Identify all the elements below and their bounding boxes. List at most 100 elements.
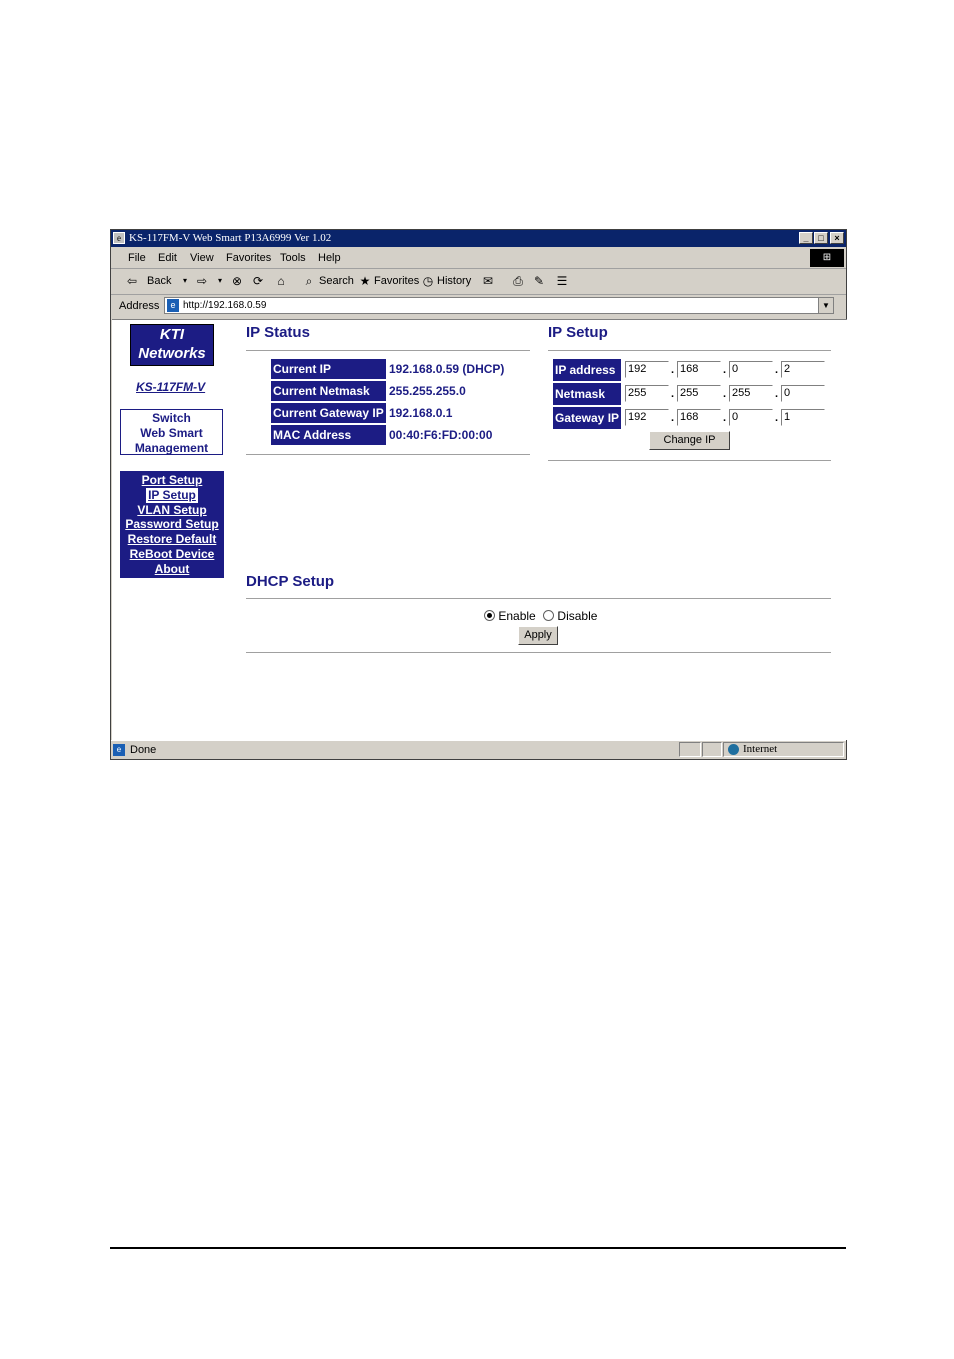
sidebar-nav: Port Setup IP Setup VLAN Setup Password … [120, 471, 224, 578]
octet-separator: . [775, 388, 779, 400]
ip-status-top-divider [246, 350, 530, 351]
dhcp-top-divider [246, 598, 831, 599]
status-value: 192.168.0.59 (DHCP) [389, 362, 505, 376]
dhcp-bottom-divider [246, 652, 831, 653]
back-arrow-icon[interactable]: ⇦ [125, 274, 139, 288]
discuss-icon[interactable]: ☰ [555, 274, 569, 288]
history-icon[interactable]: ◷ [421, 274, 435, 288]
octet-separator: . [671, 364, 675, 376]
ip-octet-3-input[interactable]: 0 [729, 361, 773, 378]
forward-arrow-icon[interactable]: ⇨ [195, 274, 209, 288]
ip-setup-title: IP Setup [548, 324, 608, 341]
gateway-octet-4-input[interactable]: 1 [781, 409, 825, 426]
apply-button[interactable]: Apply [518, 626, 558, 645]
dhcp-radio-group: Enable Disable [484, 609, 597, 623]
status-value: 00:40:F6:FD:00:00 [389, 428, 493, 442]
print-icon[interactable]: ⎙ [511, 274, 525, 288]
disable-radio[interactable] [543, 610, 555, 621]
status-pane [679, 742, 701, 757]
sidebar-item-password-setup[interactable]: Password Setup [120, 517, 224, 532]
sidebar-item-restore-default[interactable]: Restore Default [120, 532, 224, 547]
menu-bar: File Edit View Favorites Tools Help ⊞ [111, 248, 846, 269]
menu-edit[interactable]: Edit [158, 252, 177, 264]
enable-label[interactable]: Enable [498, 609, 535, 623]
menu-view[interactable]: View [190, 252, 214, 264]
address-input[interactable]: e http://192.168.0.59 ▼ [164, 297, 834, 314]
octet-separator: . [723, 388, 727, 400]
setup-label: Netmask [553, 383, 621, 405]
logo-line1: KTI [159, 326, 185, 343]
page-footer-rule [110, 1247, 846, 1249]
octet-separator: . [723, 412, 727, 424]
home-icon[interactable]: ⌂ [274, 274, 288, 288]
netmask-octet-4-input[interactable]: 0 [781, 385, 825, 402]
netmask-octet-3-input[interactable]: 255 [729, 385, 773, 402]
switch-line1: Switch [152, 411, 191, 425]
sidebar-item-about[interactable]: About [120, 562, 224, 577]
windows-logo-icon: ⊞ [810, 249, 844, 267]
netmask-octet-1-input[interactable]: 255 [625, 385, 669, 402]
sidebar-item-reboot-device[interactable]: ReBoot Device [120, 547, 224, 562]
history-button[interactable]: History [437, 275, 471, 287]
back-dropdown-icon[interactable]: ▾ [178, 274, 192, 288]
disable-label[interactable]: Disable [557, 609, 597, 623]
ip-octet-1-input[interactable]: 192 [625, 361, 669, 378]
status-value: 255.255.255.0 [389, 384, 466, 398]
favorites-icon[interactable]: ★ [358, 274, 372, 288]
ip-setup-bottom-divider [548, 460, 831, 461]
status-value: 192.168.0.1 [389, 406, 453, 420]
ip-octet-2-input[interactable]: 168 [677, 361, 721, 378]
globe-icon [728, 744, 739, 755]
gateway-octet-1-input[interactable]: 192 [625, 409, 669, 426]
status-bar: e Done Internet [111, 740, 846, 760]
gateway-octet-2-input[interactable]: 168 [677, 409, 721, 426]
octet-separator: . [775, 412, 779, 424]
setup-label: IP address [553, 359, 621, 381]
octet-separator: . [723, 364, 727, 376]
setup-label: Gateway IP [553, 407, 621, 429]
favorites-button[interactable]: Favorites [374, 275, 419, 287]
change-ip-button[interactable]: Change IP [649, 431, 730, 450]
switch-management-box: Switch Web Smart Management [120, 409, 223, 455]
address-url[interactable]: http://192.168.0.59 [183, 298, 266, 313]
ie-app-icon: e [113, 232, 125, 244]
menu-help[interactable]: Help [318, 252, 341, 264]
minimize-button[interactable]: _ [799, 232, 813, 244]
mail-icon[interactable]: ✉ [481, 274, 495, 288]
search-button[interactable]: Search [319, 275, 354, 287]
netmask-octet-2-input[interactable]: 255 [677, 385, 721, 402]
model-link[interactable]: KS-117FM-V [136, 380, 205, 394]
back-button[interactable]: Back [147, 275, 171, 287]
ip-octet-4-input[interactable]: 2 [781, 361, 825, 378]
window-title: KS-117FM-V Web Smart P13A6999 Ver 1.02 [129, 232, 332, 244]
logo-line2: Networks [138, 345, 206, 362]
status-pane [702, 742, 722, 757]
octet-separator: . [775, 364, 779, 376]
sidebar-item-vlan-setup[interactable]: VLAN Setup [120, 503, 224, 518]
sidebar-item-port-setup[interactable]: Port Setup [120, 473, 224, 488]
enable-radio[interactable] [484, 610, 495, 621]
menu-file[interactable]: File [128, 252, 146, 264]
zone-text: Internet [743, 743, 778, 755]
maximize-button[interactable]: □ [814, 232, 828, 244]
address-bar: Address e http://192.168.0.59 ▼ [111, 296, 846, 316]
menu-favorites[interactable]: Favorites [226, 252, 271, 264]
address-dropdown-icon[interactable]: ▼ [818, 298, 833, 313]
octet-separator: . [671, 388, 675, 400]
close-button[interactable]: × [830, 232, 844, 244]
page-icon: e [167, 299, 179, 312]
status-label: Current Netmask [271, 381, 386, 401]
stop-icon[interactable]: ⊗ [230, 274, 244, 288]
search-icon[interactable]: ⌕ [302, 274, 316, 288]
gateway-octet-3-input[interactable]: 0 [729, 409, 773, 426]
browser-window: e KS-117FM-V Web Smart P13A6999 Ver 1.02… [110, 229, 847, 760]
forward-dropdown-icon[interactable]: ▾ [213, 274, 227, 288]
refresh-icon[interactable]: ⟳ [251, 274, 265, 288]
menu-tools[interactable]: Tools [280, 252, 306, 264]
sidebar-item-ip-setup[interactable]: IP Setup [146, 487, 198, 503]
ip-status-bottom-divider [246, 454, 530, 455]
title-bar[interactable]: e KS-117FM-V Web Smart P13A6999 Ver 1.02… [111, 230, 846, 247]
edit-icon[interactable]: ✎ [532, 274, 546, 288]
ip-setup-top-divider [548, 350, 831, 351]
toolbar: ⇦ Back ▾ ⇨ ▾ ⊗ ⟳ ⌂ ⌕ Search ★ Favorites … [111, 270, 846, 295]
